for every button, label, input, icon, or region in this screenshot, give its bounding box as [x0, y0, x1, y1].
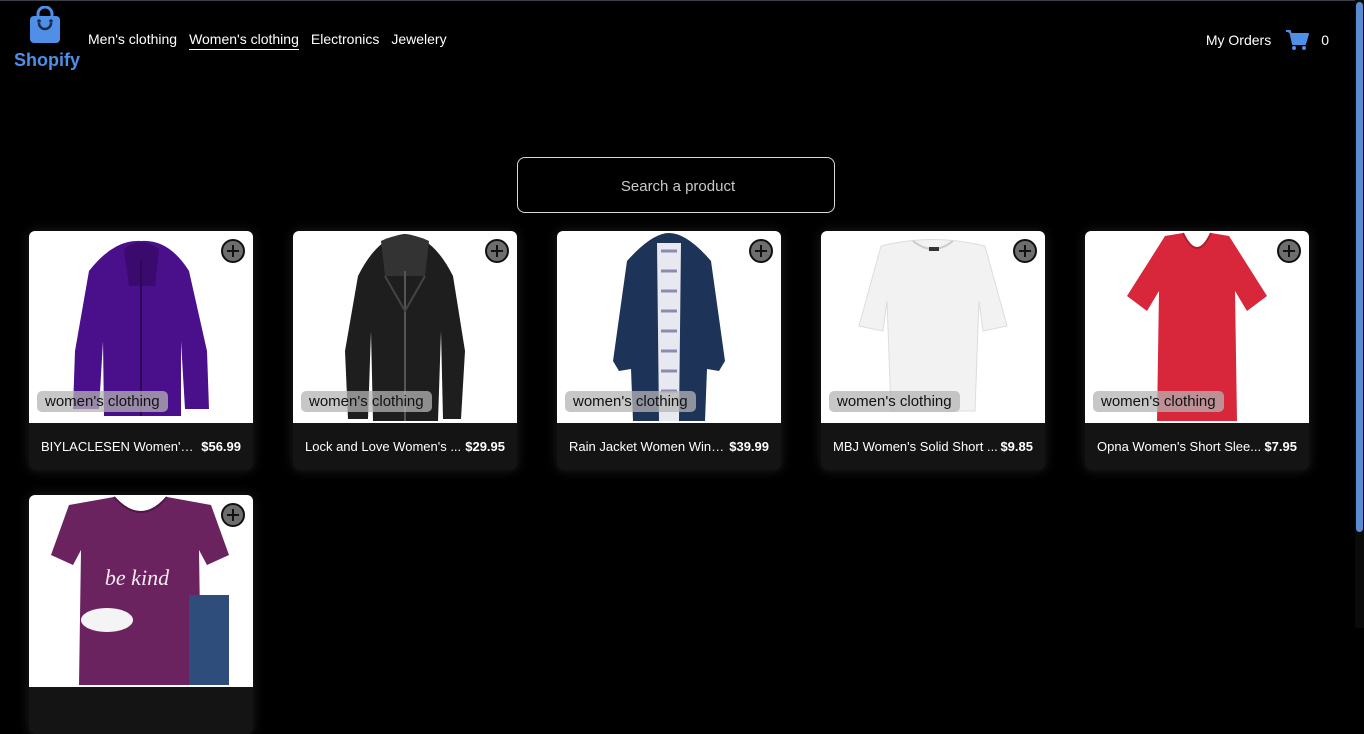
add-to-cart-button[interactable] — [221, 503, 245, 527]
category-badge: women's clothing — [301, 391, 432, 412]
product-price: $9.85 — [1000, 439, 1033, 454]
product-card[interactable]: women's clothing MBJ Women's Solid Short… — [821, 231, 1045, 470]
product-price: $39.99 — [729, 439, 769, 454]
category-badge: women's clothing — [829, 391, 960, 412]
product-price: $29.95 — [465, 439, 505, 454]
search-box — [517, 157, 838, 214]
card-footer: Lock and Love Women's ... $29.95 — [293, 423, 517, 470]
add-to-cart-button[interactable] — [1277, 239, 1301, 263]
product-card[interactable]: be kind — [29, 495, 253, 734]
category-nav: Men's clothing Women's clothing Electron… — [88, 31, 447, 50]
search-input[interactable] — [518, 158, 838, 214]
scrollbar-thumb[interactable] — [1356, 2, 1363, 532]
site-header: Shopify Men's clothing Women's clothing … — [0, 0, 1355, 80]
nav-womens-clothing[interactable]: Women's clothing — [189, 31, 299, 50]
card-footer: BIYLACLESEN Women's 3... $56.99 — [29, 423, 253, 470]
category-badge: women's clothing — [37, 391, 168, 412]
header-actions: My Orders 0 — [1206, 29, 1329, 51]
product-title: Rain Jacket Women Wind... — [569, 439, 728, 454]
add-to-cart-button[interactable] — [221, 239, 245, 263]
brand-name: Shopify — [14, 50, 80, 70]
product-card[interactable]: women's clothing Rain Jacket Women Wind.… — [557, 231, 781, 470]
product-title: MBJ Women's Solid Short ... — [833, 439, 998, 454]
card-footer: Opna Women's Short Slee... $7.95 — [1085, 423, 1309, 470]
card-footer: Rain Jacket Women Wind... $39.99 — [557, 423, 781, 470]
nav-mens-clothing[interactable]: Men's clothing — [88, 31, 177, 50]
category-badge: women's clothing — [565, 391, 696, 412]
add-to-cart-button[interactable] — [1013, 239, 1037, 263]
my-orders-link[interactable]: My Orders — [1206, 32, 1271, 48]
card-footer: MBJ Women's Solid Short ... $9.85 — [821, 423, 1045, 470]
product-card[interactable]: women's clothing Lock and Love Women's .… — [293, 231, 517, 470]
product-price: $7.95 — [1264, 439, 1297, 454]
product-card[interactable]: women's clothing BIYLACLESEN Women's 3..… — [29, 231, 253, 470]
category-badge: women's clothing — [1093, 391, 1224, 412]
shopping-cart-icon[interactable] — [1285, 29, 1310, 51]
product-card[interactable]: women's clothing Opna Women's Short Slee… — [1085, 231, 1309, 470]
nav-electronics[interactable]: Electronics — [311, 31, 379, 50]
brand-logo[interactable]: Shopify — [13, 6, 80, 72]
page-scrollbar[interactable] — [1355, 0, 1364, 628]
shopping-bag-icon — [30, 6, 60, 43]
product-title: BIYLACLESEN Women's 3... — [41, 439, 200, 454]
add-to-cart-button[interactable] — [749, 239, 773, 263]
add-to-cart-button[interactable] — [485, 239, 509, 263]
product-title: Opna Women's Short Slee... — [1097, 439, 1262, 454]
product-title: Lock and Love Women's ... — [305, 439, 462, 454]
product-price: $56.99 — [201, 439, 241, 454]
tee-print-text: be kind — [105, 565, 170, 590]
nav-jewelery[interactable]: Jewelery — [391, 31, 446, 50]
product-image-purple-be-kind-tee: be kind — [29, 495, 253, 687]
cart-count: 0 — [1321, 32, 1329, 48]
